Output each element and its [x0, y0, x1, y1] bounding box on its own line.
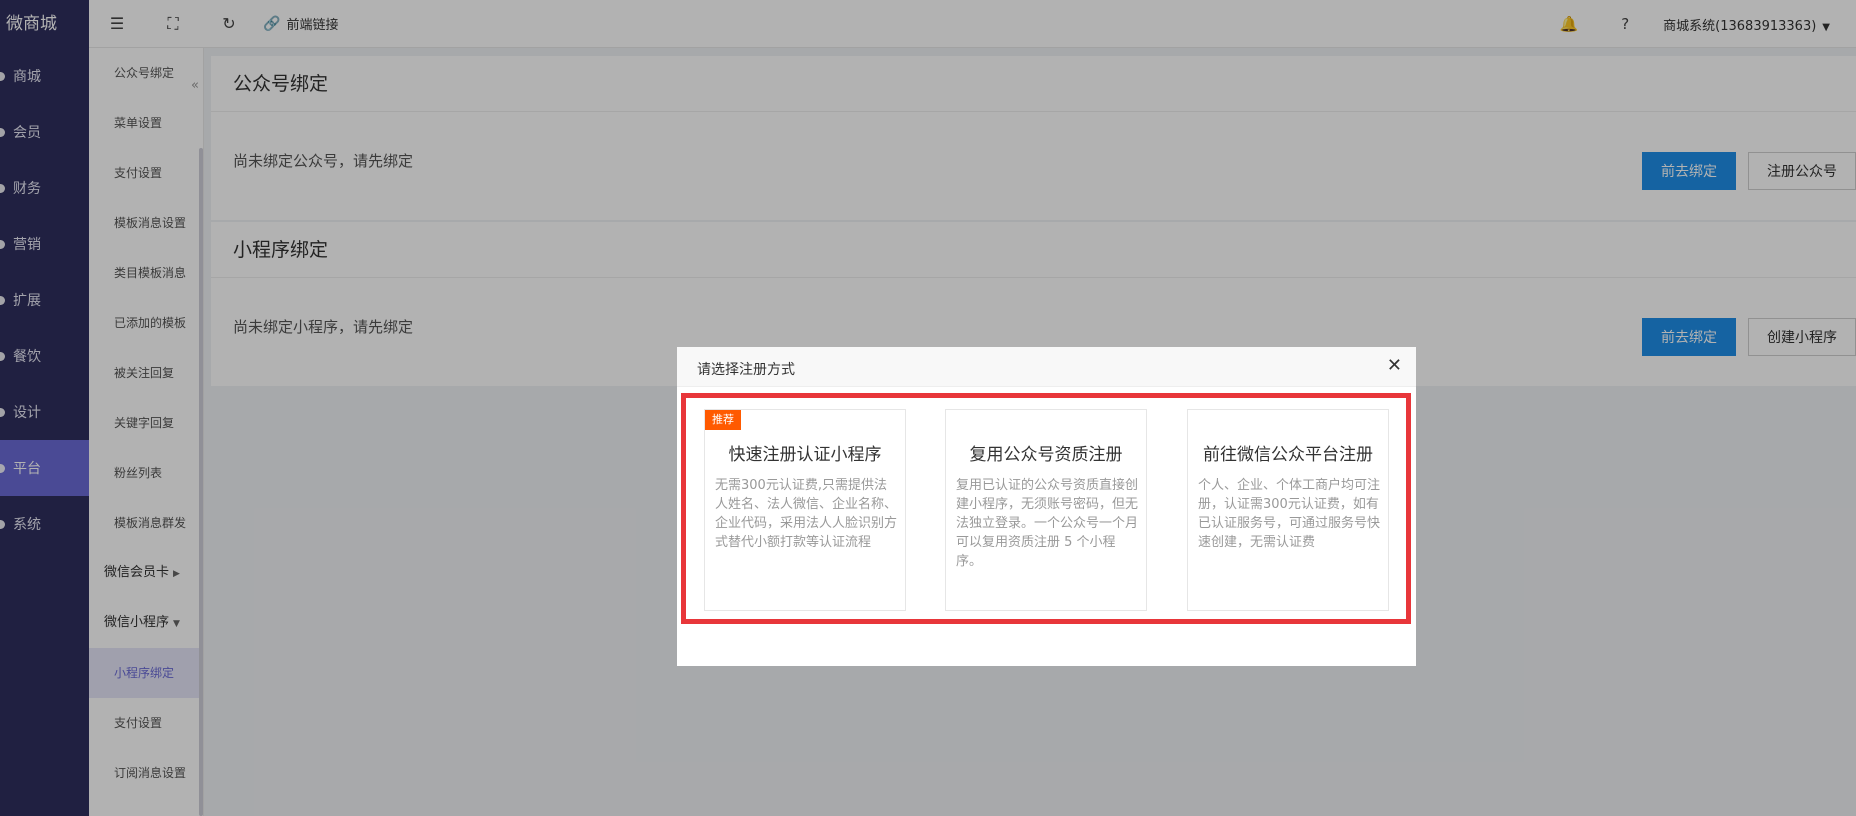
close-icon[interactable]: ✕ [1387, 355, 1402, 376]
option-title: 快速注册认证小程序 [728, 445, 882, 465]
register-method-dialog: 请选择注册方式 ✕ 推荐 快速注册认证小程序 无需300元认证费,只需提供法人姓… [677, 347, 1416, 666]
option-desc: 个人、企业、个体工商户均可注册，认证需300元认证费，如有已认证服务号，可通过服… [1198, 478, 1381, 550]
option-wechat-platform[interactable]: 前往微信公众平台注册 个人、企业、个体工商户均可注册，认证需300元认证费，如有… [1187, 409, 1389, 611]
dialog-title: 请选择注册方式 [697, 362, 795, 378]
option-title: 前往微信公众平台注册 [1203, 445, 1373, 465]
dialog-header: 请选择注册方式 ✕ [677, 347, 1416, 387]
option-reuse-account[interactable]: 复用公众号资质注册 复用已认证的公众号资质直接创建小程序，无须账号密码，但无法独… [945, 409, 1147, 611]
option-title: 复用公众号资质注册 [969, 445, 1123, 465]
option-fast-register[interactable]: 推荐 快速注册认证小程序 无需300元认证费,只需提供法人姓名、法人微信、企业名… [704, 409, 906, 611]
option-desc: 无需300元认证费,只需提供法人姓名、法人微信、企业名称、企业代码，采用法人人脸… [715, 478, 898, 550]
recommend-badge: 推荐 [705, 410, 741, 430]
option-desc: 复用已认证的公众号资质直接创建小程序，无须账号密码，但无法独立登录。一个公众号一… [956, 478, 1139, 569]
